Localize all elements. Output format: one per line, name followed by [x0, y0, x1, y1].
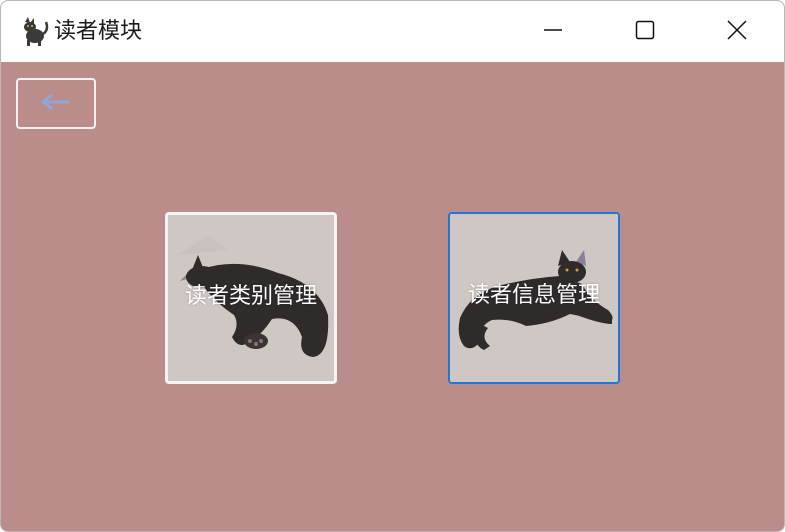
minimize-icon [543, 20, 563, 44]
reader-info-button[interactable]: 读者信息管理 [448, 212, 620, 384]
close-button[interactable] [691, 1, 783, 62]
maximize-button[interactable] [599, 1, 691, 62]
main-content: 读者类别管理 读者信息管理 [1, 62, 784, 531]
cat-icon [19, 16, 49, 48]
close-icon [726, 19, 748, 45]
back-button[interactable] [16, 78, 96, 129]
window-title: 读者模块 [54, 19, 143, 44]
module-label: 读者信息管理 [467, 283, 600, 308]
app-window: 读者模块 读者类别管理 读者信息管理 [0, 0, 785, 532]
reader-category-button[interactable]: 读者类别管理 [165, 212, 337, 384]
title-bar: 读者模块 [1, 1, 784, 62]
module-label: 读者类别管理 [184, 284, 317, 309]
back-arrow-icon [40, 93, 72, 114]
maximize-icon [635, 20, 655, 44]
minimize-button[interactable] [507, 1, 599, 62]
